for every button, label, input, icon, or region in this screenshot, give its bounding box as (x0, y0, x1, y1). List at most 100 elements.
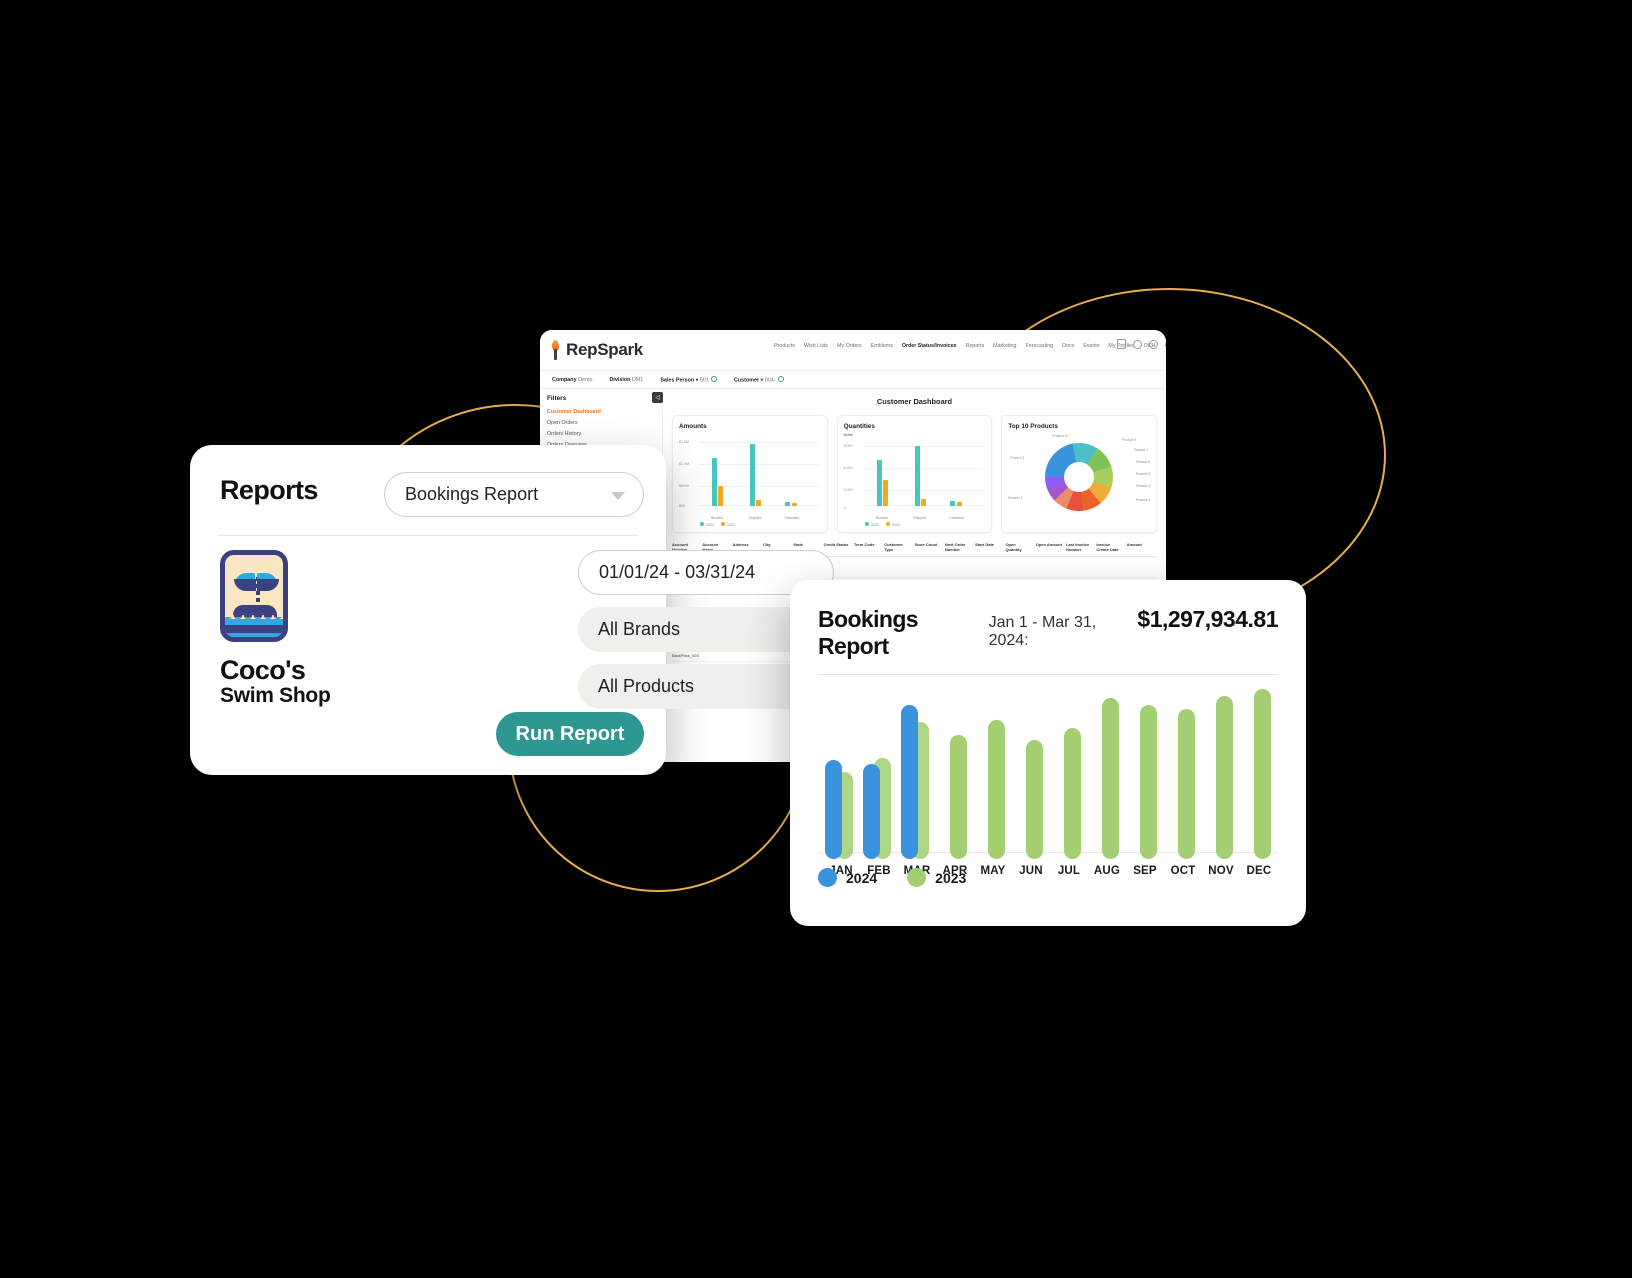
customer-name: Coco's (220, 655, 306, 685)
quantities-group-booked (876, 460, 889, 506)
nav-item-order-status-invoices[interactable]: Order Status/Invoices (902, 343, 957, 349)
quantities-chart: Units 8,000 6,000 4,000 0 Booked Shipped… (843, 433, 986, 520)
ytick: $1.5M (679, 440, 689, 444)
filter-sales-person[interactable]: Sales Person ▾ 501 (660, 375, 717, 383)
bar-group-may (976, 681, 1010, 859)
th: Open Amount (1035, 542, 1063, 547)
nav-item-marketing[interactable]: Marketing (993, 343, 1016, 349)
bar-2024-mar[interactable] (901, 705, 918, 859)
donut-icon (1045, 443, 1114, 511)
help-icon[interactable] (1133, 339, 1142, 349)
amounts-group-shipped (749, 444, 762, 506)
bar-2023-sep[interactable] (1140, 705, 1157, 859)
nav-item-docs[interactable]: Docs (1062, 343, 1074, 349)
bar-2023-may[interactable] (988, 719, 1005, 859)
customer-subtitle: Swim Shop (220, 684, 331, 708)
bar-group-sep (1128, 681, 1162, 859)
document-icon[interactable] (1117, 339, 1126, 349)
bar-group-apr (938, 681, 972, 859)
wave (225, 625, 283, 633)
th: Customer Type (884, 542, 903, 553)
report-type-select[interactable]: Bookings Report (384, 472, 644, 517)
bar-2023-aug[interactable] (1102, 698, 1119, 859)
gear-icon[interactable] (777, 375, 784, 382)
slice-label: Product 2 (1008, 496, 1023, 500)
nav-item-events[interactable]: Events (1083, 343, 1099, 349)
nav-item-forecasting[interactable]: Forecasting (1025, 343, 1053, 349)
panel-quantities: Quantities Units 8,000 6,000 4,000 0 Boo… (836, 415, 993, 533)
slice-label: Product 1 (1010, 456, 1025, 460)
filter-company[interactable]: Company Demo (552, 377, 592, 383)
repspark-nav: Products Wish Lists My Orders Emblems Or… (774, 343, 1166, 349)
nav-item-reports[interactable]: Reports (966, 343, 985, 349)
nav-item-my-orders[interactable]: My Orders (837, 343, 862, 349)
th: Amount (1126, 542, 1142, 547)
nav-item-products[interactable]: Products (774, 343, 795, 349)
bar-group-feb (862, 681, 896, 859)
bar-2023-jun[interactable] (1026, 740, 1043, 859)
bar-group-jun (1014, 681, 1048, 859)
repspark-logo[interactable]: RepSpark (550, 340, 643, 360)
xlabel: Canceled (949, 516, 965, 520)
bookings-legend: 2024 2023 (818, 868, 966, 887)
legend-label-2023: 2023 (935, 869, 967, 886)
bar-2023-jul[interactable] (1064, 727, 1081, 859)
th: Term Code (853, 542, 875, 547)
bar-2024-feb[interactable] (863, 764, 880, 859)
flame-icon (550, 340, 561, 360)
x-axis-label-oct: OCT (1170, 865, 1196, 877)
customer-block: Coco's Swim Shop (220, 550, 360, 708)
sidebar-item-orders-history[interactable]: Orders History (547, 431, 655, 437)
panel-amounts: Amounts $1.5M $1.0M $500K $0K Booked Shi… (672, 415, 828, 533)
th: Start Date (975, 542, 995, 547)
xlabel: Canceled (784, 516, 800, 520)
legend-2023: 2023 (700, 522, 714, 527)
sidebar-item-customer-dashboard[interactable]: Customer Dashboard (547, 409, 655, 415)
nav-item-wish-lists[interactable]: Wish Lists (804, 343, 828, 349)
ytick: $1.0M (679, 462, 689, 466)
legend-2024: 2024 (885, 522, 900, 527)
nav-item-admin[interactable]: Admin (1164, 343, 1166, 349)
filter-customer[interactable]: Customer ▾ 004- (734, 375, 784, 383)
legend-swatch-2024 (818, 868, 837, 887)
amounts-group-canceled (785, 502, 797, 506)
repspark-brand-label: RepSpark (566, 340, 643, 359)
amounts-y-axis: $1.5M $1.0M $500K $0K (679, 440, 699, 508)
x-axis-label-dec: DEC (1246, 865, 1272, 877)
quantities-y-axis: 8,000 6,000 4,000 0 (843, 440, 864, 510)
bookings-title: Bookings Report (818, 606, 919, 659)
sidebar-collapse-button[interactable]: ◁ (652, 392, 663, 403)
amounts-chart: $1.5M $1.0M $500K $0K Booked Shipped Can… (679, 434, 821, 520)
legend-swatch-2023 (907, 868, 927, 887)
gear-icon[interactable] (710, 375, 717, 382)
bar-2023-nov[interactable] (1216, 696, 1233, 859)
legend-item-2023[interactable]: 2023 (907, 868, 966, 887)
ytick: $500K (679, 484, 690, 488)
user-icon[interactable] (1149, 339, 1158, 349)
filter-division[interactable]: Division DM1 (609, 377, 643, 383)
bar-2024-jan[interactable] (825, 760, 842, 859)
sidebar-item-open-orders[interactable]: Open Orders (547, 420, 655, 426)
th: Last Invoice Number (1066, 542, 1090, 553)
run-report-button[interactable]: Run Report (496, 712, 644, 756)
x-axis-label-sep: SEP (1133, 865, 1157, 877)
bar-2023-oct[interactable] (1178, 709, 1195, 859)
bookings-header: Bookings Report Jan 1 - Mar 31, 2024: $1… (790, 580, 1306, 877)
quantities-legend: 2023 2024 (844, 522, 986, 527)
dashboard-panels: Amounts $1.5M $1.0M $500K $0K Booked Shi… (672, 415, 1158, 533)
date-range-value: 01/01/24 - 03/31/24 (599, 562, 756, 582)
report-type-value: Bookings Report (405, 484, 539, 504)
bar-group-oct (1166, 681, 1200, 859)
legend-item-2024[interactable]: 2024 (818, 868, 877, 887)
bar-2023-apr[interactable] (950, 734, 967, 859)
bar-2023-dec[interactable] (1254, 689, 1271, 859)
palm-frond (257, 579, 279, 591)
bookings-date-label: Jan 1 - Mar 31, 2024: (988, 614, 1097, 649)
product-value: All Products (598, 676, 695, 696)
quantities-group-canceled (950, 501, 962, 506)
top10-donut-chart: Product 1 Product 2 Product 3 Product 4 … (1008, 434, 1150, 520)
panel-amounts-title: Amounts (679, 423, 707, 430)
ytick: 8,000 (843, 444, 853, 448)
repspark-topbar: RepSpark Products Wish Lists My Orders E… (540, 330, 1166, 371)
nav-item-emblems[interactable]: Emblems (871, 343, 893, 349)
